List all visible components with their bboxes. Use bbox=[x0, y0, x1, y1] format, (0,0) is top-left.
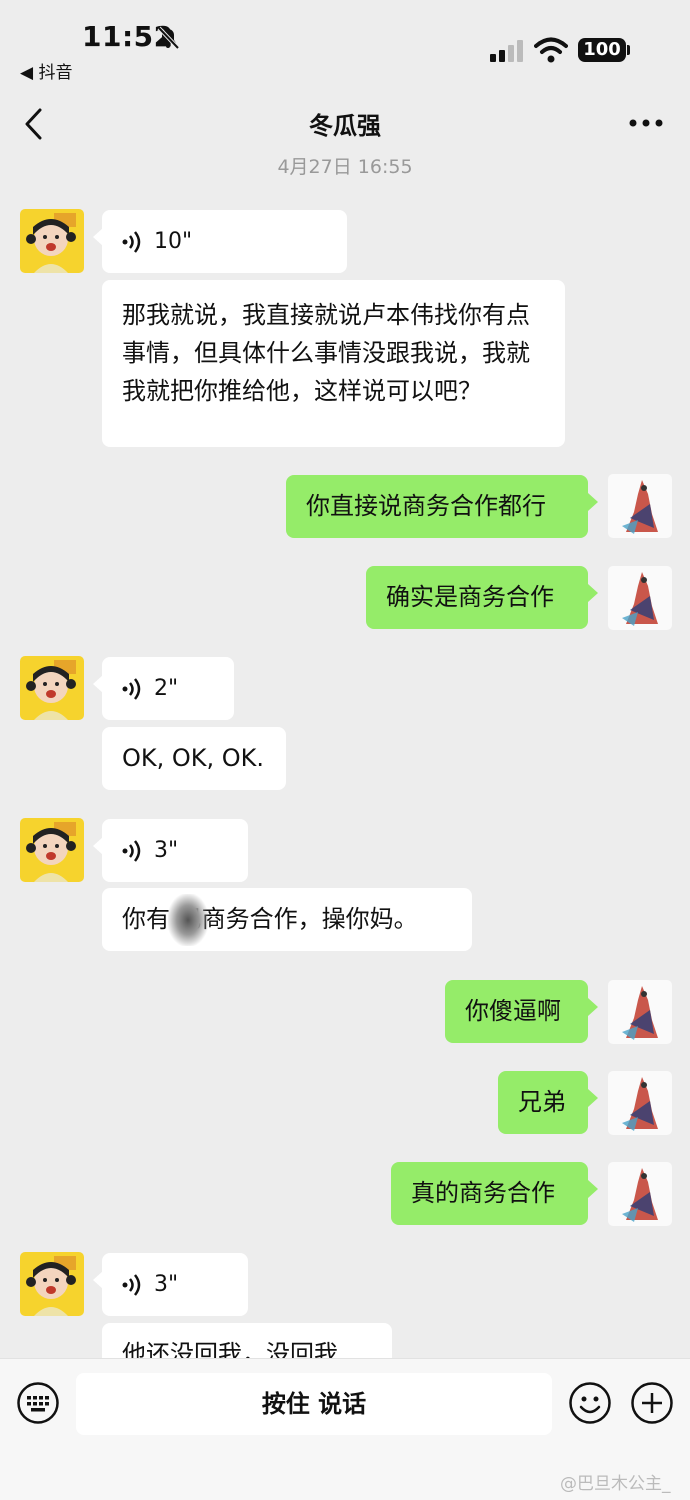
contact-avatar[interactable] bbox=[20, 656, 84, 720]
my-avatar[interactable] bbox=[608, 1071, 672, 1135]
message-text: 那我就说，我直接就说卢本伟找你有点事情，但具体什么事情没跟我说，我就我就把你推给… bbox=[122, 301, 530, 405]
battery-icon: 100 bbox=[578, 38, 626, 62]
voice-duration: 3" bbox=[154, 1271, 179, 1297]
emoji-icon[interactable] bbox=[568, 1381, 612, 1425]
message-text: 你傻逼啊 bbox=[465, 997, 561, 1025]
battery-tip bbox=[627, 45, 630, 55]
my-avatar[interactable] bbox=[608, 474, 672, 538]
hold-to-talk-button[interactable]: 按住 说话 bbox=[76, 1373, 552, 1435]
text-message[interactable]: OK, OK, OK. bbox=[102, 727, 286, 790]
message-text: 真的商务合作 bbox=[411, 1179, 555, 1207]
back-to-app-link[interactable]: ◀ 抖音 bbox=[20, 58, 72, 83]
voice-wave-icon bbox=[122, 1273, 141, 1296]
watermark: @巴旦木公主_ bbox=[560, 1474, 671, 1494]
voice-duration: 10" bbox=[154, 228, 193, 254]
voice-message[interactable]: 10" bbox=[102, 210, 347, 273]
text-message[interactable]: 兄弟 bbox=[498, 1071, 588, 1134]
my-avatar[interactable] bbox=[608, 566, 672, 630]
more-dots-icon[interactable] bbox=[628, 118, 664, 128]
bubble-tail bbox=[588, 998, 598, 1016]
text-message[interactable]: 那我就说，我直接就说卢本伟找你有点事情，但具体什么事情没跟我说，我就我就把你推给… bbox=[102, 280, 565, 447]
message-text: 兄弟 bbox=[518, 1088, 566, 1116]
voice-wave-icon bbox=[122, 230, 141, 253]
voice-duration: 2" bbox=[154, 675, 179, 701]
voice-message[interactable]: 2" bbox=[102, 657, 234, 720]
bubble-tail bbox=[588, 493, 598, 511]
message-text: OK, OK, OK. bbox=[122, 744, 265, 772]
text-message[interactable]: 你直接说商务合作都行 bbox=[286, 475, 588, 538]
my-avatar[interactable] bbox=[608, 980, 672, 1044]
bell-muted-icon bbox=[157, 26, 180, 50]
message-text: 你有 巴商务合作，操你妈。 bbox=[122, 905, 418, 933]
voice-duration: 3" bbox=[154, 837, 179, 863]
status-bar: 11:52 ◀ 抖音 100 bbox=[0, 0, 690, 90]
contact-avatar[interactable] bbox=[20, 1252, 84, 1316]
text-message[interactable]: 你傻逼啊 bbox=[445, 980, 588, 1043]
voice-message[interactable]: 3" bbox=[102, 1253, 248, 1316]
text-message[interactable]: 确实是商务合作 bbox=[366, 566, 588, 629]
text-message[interactable]: 你有 巴商务合作，操你妈。 bbox=[102, 888, 472, 951]
voice-wave-icon bbox=[122, 677, 141, 700]
keyboard-icon[interactable] bbox=[16, 1381, 60, 1425]
wifi-icon bbox=[534, 37, 568, 63]
contact-avatar[interactable] bbox=[20, 209, 84, 273]
voice-message[interactable]: 3" bbox=[102, 819, 248, 882]
bubble-tail bbox=[588, 1089, 598, 1107]
plus-icon[interactable] bbox=[630, 1381, 674, 1425]
contact-avatar[interactable] bbox=[20, 818, 84, 882]
bubble-tail bbox=[588, 584, 598, 602]
signal-icon bbox=[490, 40, 523, 62]
redaction-smudge bbox=[168, 894, 208, 946]
message-text: 确实是商务合作 bbox=[386, 583, 554, 611]
message-timestamp: 4月27日 16:55 bbox=[277, 156, 413, 178]
voice-wave-icon bbox=[122, 839, 141, 862]
my-avatar[interactable] bbox=[608, 1162, 672, 1226]
bubble-tail bbox=[588, 1180, 598, 1198]
chat-header: 冬瓜强 bbox=[0, 90, 690, 158]
chat-title: 冬瓜强 bbox=[309, 112, 381, 140]
message-text: 你直接说商务合作都行 bbox=[306, 492, 546, 520]
text-message[interactable]: 真的商务合作 bbox=[391, 1162, 588, 1225]
